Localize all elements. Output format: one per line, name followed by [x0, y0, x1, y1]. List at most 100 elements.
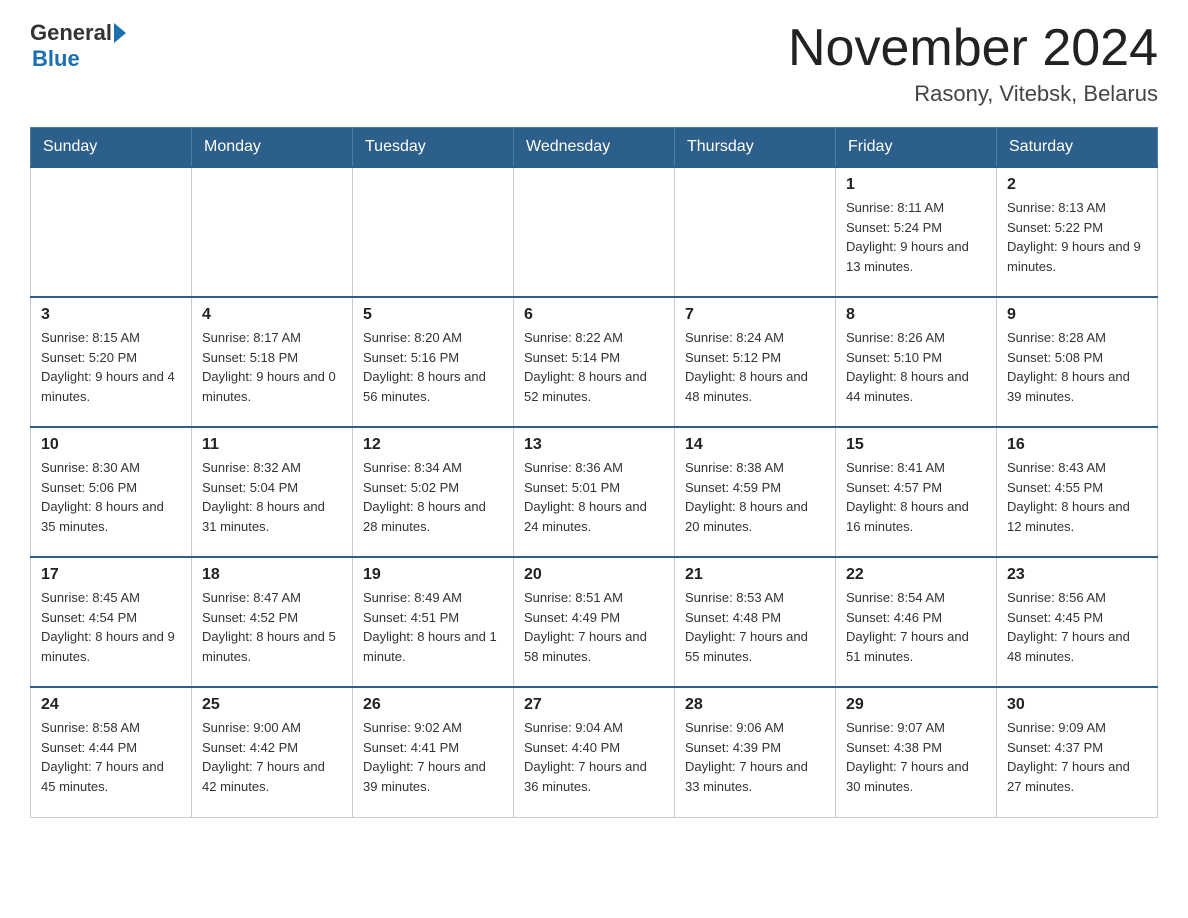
day-number: 2	[1007, 176, 1147, 194]
day-number: 30	[1007, 696, 1147, 714]
day-info: Sunrise: 8:41 AM Sunset: 4:57 PM Dayligh…	[846, 458, 986, 536]
day-number: 28	[685, 696, 825, 714]
calendar-cell	[353, 167, 514, 297]
calendar-cell: 8 Sunrise: 8:26 AM Sunset: 5:10 PM Daylig…	[836, 297, 997, 427]
day-number: 16	[1007, 436, 1147, 454]
calendar-cell: 6Sunrise: 8:22 AM Sunset: 5:14 PM Daylig…	[514, 297, 675, 427]
day-info: Sunrise: 8:38 AM Sunset: 4:59 PM Dayligh…	[685, 458, 825, 536]
day-number: 19	[363, 566, 503, 584]
day-info: Sunrise: 9:09 AM Sunset: 4:37 PM Dayligh…	[1007, 718, 1147, 796]
day-number: 27	[524, 696, 664, 714]
day-number: 12	[363, 436, 503, 454]
location: Rasony, Vitebsk, Belarus	[788, 81, 1158, 107]
calendar-cell	[514, 167, 675, 297]
day-info: Sunrise: 8:20 AM Sunset: 5:16 PM Dayligh…	[363, 328, 503, 406]
calendar-cell: 11 Sunrise: 8:32 AM Sunset: 5:04 PM Dayli…	[192, 427, 353, 557]
logo-arrow-icon	[114, 23, 126, 43]
day-number: 24	[41, 696, 181, 714]
day-info: Sunrise: 8:36 AM Sunset: 5:01 PM Dayligh…	[524, 458, 664, 536]
calendar-cell	[31, 167, 192, 297]
day-number: 11	[202, 436, 342, 454]
day-number: 7	[685, 306, 825, 324]
calendar-cell: 12 Sunrise: 8:34 AM Sunset: 5:02 PM Dayli…	[353, 427, 514, 557]
weekday-header-friday: Friday	[836, 128, 997, 168]
weekday-header-saturday: Saturday	[997, 128, 1158, 168]
calendar-cell: 26Sunrise: 9:02 AM Sunset: 4:41 PM Dayli…	[353, 687, 514, 817]
day-info: Sunrise: 8:54 AM Sunset: 4:46 PM Dayligh…	[846, 588, 986, 666]
calendar-cell: 23 Sunrise: 8:56 AM Sunset: 4:45 PM Dayli…	[997, 557, 1158, 687]
day-info: Sunrise: 8:34 AM Sunset: 5:02 PM Dayligh…	[363, 458, 503, 536]
day-info: Sunrise: 8:53 AM Sunset: 4:48 PM Dayligh…	[685, 588, 825, 666]
day-info: Sunrise: 8:28 AM Sunset: 5:08 PM Dayligh…	[1007, 328, 1147, 406]
day-info: Sunrise: 8:47 AM Sunset: 4:52 PM Dayligh…	[202, 588, 342, 666]
day-info: Sunrise: 8:24 AM Sunset: 5:12 PM Dayligh…	[685, 328, 825, 406]
weekday-header-monday: Monday	[192, 128, 353, 168]
calendar-cell: 20 Sunrise: 8:51 AM Sunset: 4:49 PM Dayli…	[514, 557, 675, 687]
calendar-cell: 10Sunrise: 8:30 AM Sunset: 5:06 PM Dayli…	[31, 427, 192, 557]
calendar-cell: 1 Sunrise: 8:11 AM Sunset: 5:24 PM Daylig…	[836, 167, 997, 297]
day-info: Sunrise: 8:15 AM Sunset: 5:20 PM Dayligh…	[41, 328, 181, 406]
day-number: 18	[202, 566, 342, 584]
day-info: Sunrise: 8:56 AM Sunset: 4:45 PM Dayligh…	[1007, 588, 1147, 666]
calendar-cell: 25 Sunrise: 9:00 AM Sunset: 4:42 PM Dayli…	[192, 687, 353, 817]
day-number: 6	[524, 306, 664, 324]
calendar-cell: 24 Sunrise: 8:58 AM Sunset: 4:44 PM Dayli…	[31, 687, 192, 817]
calendar-header-row: SundayMondayTuesdayWednesdayThursdayFrid…	[31, 128, 1158, 168]
calendar-table: SundayMondayTuesdayWednesdayThursdayFrid…	[30, 127, 1158, 818]
weekday-header-wednesday: Wednesday	[514, 128, 675, 168]
day-info: Sunrise: 8:58 AM Sunset: 4:44 PM Dayligh…	[41, 718, 181, 796]
day-number: 9	[1007, 306, 1147, 324]
calendar-cell: 7 Sunrise: 8:24 AM Sunset: 5:12 PM Daylig…	[675, 297, 836, 427]
day-number: 4	[202, 306, 342, 324]
day-number: 22	[846, 566, 986, 584]
calendar-cell	[675, 167, 836, 297]
calendar-cell: 14 Sunrise: 8:38 AM Sunset: 4:59 PM Dayli…	[675, 427, 836, 557]
calendar-cell: 17 Sunrise: 8:45 AM Sunset: 4:54 PM Dayli…	[31, 557, 192, 687]
day-info: Sunrise: 9:02 AM Sunset: 4:41 PM Dayligh…	[363, 718, 503, 796]
day-number: 1	[846, 176, 986, 194]
calendar-week-row: 17 Sunrise: 8:45 AM Sunset: 4:54 PM Dayli…	[31, 557, 1158, 687]
day-number: 21	[685, 566, 825, 584]
day-info: Sunrise: 8:26 AM Sunset: 5:10 PM Dayligh…	[846, 328, 986, 406]
calendar-cell: 27 Sunrise: 9:04 AM Sunset: 4:40 PM Dayli…	[514, 687, 675, 817]
day-info: Sunrise: 8:13 AM Sunset: 5:22 PM Dayligh…	[1007, 198, 1147, 276]
day-info: Sunrise: 8:17 AM Sunset: 5:18 PM Dayligh…	[202, 328, 342, 406]
logo-blue: Blue	[32, 46, 126, 72]
calendar-week-row: 3 Sunrise: 8:15 AM Sunset: 5:20 PM Daylig…	[31, 297, 1158, 427]
calendar-cell: 19Sunrise: 8:49 AM Sunset: 4:51 PM Dayli…	[353, 557, 514, 687]
day-number: 3	[41, 306, 181, 324]
calendar-cell: 2 Sunrise: 8:13 AM Sunset: 5:22 PM Daylig…	[997, 167, 1158, 297]
day-number: 17	[41, 566, 181, 584]
title-block: November 2024 Rasony, Vitebsk, Belarus	[788, 20, 1158, 107]
calendar-cell: 15 Sunrise: 8:41 AM Sunset: 4:57 PM Dayli…	[836, 427, 997, 557]
calendar-cell: 13Sunrise: 8:36 AM Sunset: 5:01 PM Dayli…	[514, 427, 675, 557]
logo-general: General	[30, 20, 112, 46]
day-info: Sunrise: 9:07 AM Sunset: 4:38 PM Dayligh…	[846, 718, 986, 796]
calendar-cell: 4 Sunrise: 8:17 AM Sunset: 5:18 PM Daylig…	[192, 297, 353, 427]
day-number: 23	[1007, 566, 1147, 584]
day-number: 5	[363, 306, 503, 324]
day-info: Sunrise: 9:00 AM Sunset: 4:42 PM Dayligh…	[202, 718, 342, 796]
logo: General Blue	[30, 20, 126, 72]
day-info: Sunrise: 8:32 AM Sunset: 5:04 PM Dayligh…	[202, 458, 342, 536]
day-number: 8	[846, 306, 986, 324]
calendar-week-row: 10Sunrise: 8:30 AM Sunset: 5:06 PM Dayli…	[31, 427, 1158, 557]
day-info: Sunrise: 8:51 AM Sunset: 4:49 PM Dayligh…	[524, 588, 664, 666]
day-number: 25	[202, 696, 342, 714]
calendar-week-row: 1 Sunrise: 8:11 AM Sunset: 5:24 PM Daylig…	[31, 167, 1158, 297]
day-number: 14	[685, 436, 825, 454]
calendar-cell: 5 Sunrise: 8:20 AM Sunset: 5:16 PM Daylig…	[353, 297, 514, 427]
day-info: Sunrise: 8:11 AM Sunset: 5:24 PM Dayligh…	[846, 198, 986, 276]
calendar-cell: 21 Sunrise: 8:53 AM Sunset: 4:48 PM Dayli…	[675, 557, 836, 687]
calendar-cell: 16Sunrise: 8:43 AM Sunset: 4:55 PM Dayli…	[997, 427, 1158, 557]
calendar-cell: 3 Sunrise: 8:15 AM Sunset: 5:20 PM Daylig…	[31, 297, 192, 427]
day-number: 29	[846, 696, 986, 714]
calendar-cell	[192, 167, 353, 297]
day-number: 20	[524, 566, 664, 584]
calendar-cell: 22 Sunrise: 8:54 AM Sunset: 4:46 PM Dayli…	[836, 557, 997, 687]
day-info: Sunrise: 8:45 AM Sunset: 4:54 PM Dayligh…	[41, 588, 181, 666]
day-number: 15	[846, 436, 986, 454]
day-info: Sunrise: 9:04 AM Sunset: 4:40 PM Dayligh…	[524, 718, 664, 796]
calendar-cell: 28Sunrise: 9:06 AM Sunset: 4:39 PM Dayli…	[675, 687, 836, 817]
weekday-header-tuesday: Tuesday	[353, 128, 514, 168]
